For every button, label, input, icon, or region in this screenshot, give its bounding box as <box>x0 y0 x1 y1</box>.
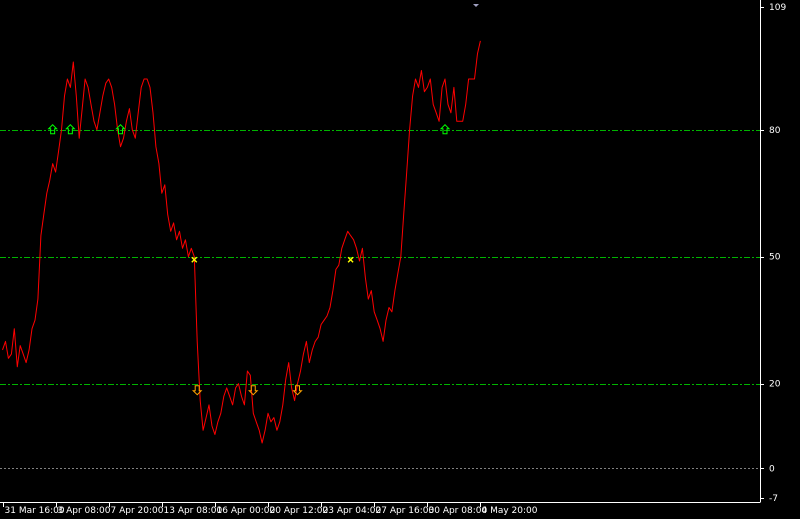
y-tick-label: 50 <box>769 253 781 263</box>
level-lines <box>0 130 760 469</box>
signal-markers <box>47 124 451 396</box>
buy-arrow-marker <box>65 124 76 135</box>
x-tick-label: 13 Apr 08:00 <box>164 506 223 515</box>
sell-arrow-marker <box>248 385 259 396</box>
y-tick-label: -7 <box>769 494 778 504</box>
series-line-0 <box>2 40 481 444</box>
x-tick-label: 20 Apr 12:00 <box>270 506 329 515</box>
y-tick-label: 80 <box>769 126 781 136</box>
x-tick-label: 27 Apr 16:00 <box>376 506 435 515</box>
x-tick-label: 4 May 20:00 <box>482 506 538 515</box>
x-tick-label: 7 Apr 20:00 <box>111 506 164 515</box>
x-axis: 31 Mar 16:003 Apr 08:00 7 Apr 20:00 13 Apr… <box>3 502 538 516</box>
y-tick-label: 20 <box>769 380 781 390</box>
chart-shift-icon <box>473 4 479 7</box>
buy-arrow-marker <box>47 124 58 135</box>
series-layer <box>2 40 481 444</box>
buy-arrow-marker <box>439 124 451 135</box>
x-tick-label: 23 Apr 04:00 <box>323 506 382 515</box>
sell-arrow-marker <box>292 385 303 396</box>
x-tick-label: 31 Mar 16:00 <box>5 506 65 515</box>
y-tick-label: 109 <box>769 3 786 13</box>
x-tick-label: 16 Apr 00:00 <box>217 506 276 515</box>
y-axis: 109 80 50 20 0 -7 <box>760 3 786 504</box>
x-tick-label: 3 Apr 08:00 <box>58 506 111 515</box>
y-tick-label: 0 <box>769 464 775 474</box>
chart-frame <box>0 0 761 503</box>
indicator-chart: 109 80 50 20 0 -7 31 Mar 16:003 Apr 08:00 7 Ap… <box>0 0 786 516</box>
chart-window: 109 80 50 20 0 -7 31 Mar 16:00 3 Apr 08:00 7 Ap… <box>0 0 800 516</box>
x-tick-label: 30 Apr 08:00 <box>429 506 488 515</box>
